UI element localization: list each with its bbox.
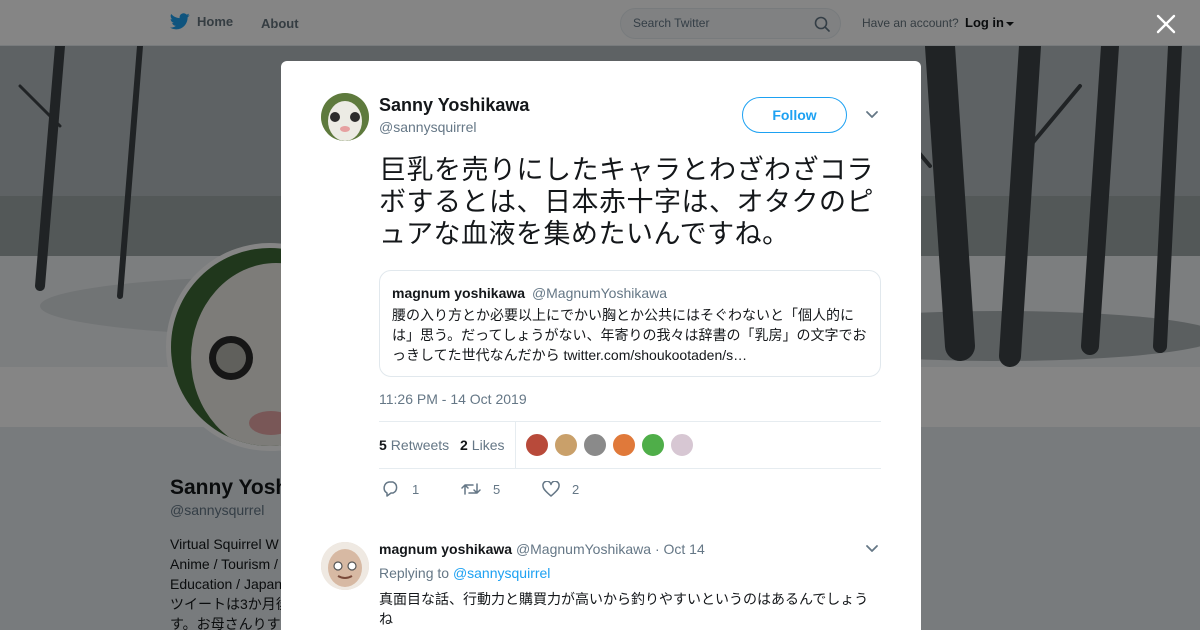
retweets-label: Retweets [390, 437, 450, 453]
like-action[interactable]: 2 [542, 481, 579, 497]
reply-action[interactable]: 1 [382, 481, 419, 497]
retweet-icon [461, 483, 481, 495]
liker-avatar[interactable] [670, 433, 694, 457]
reply-date[interactable]: · Oct 14 [655, 541, 705, 557]
liker-avatar[interactable] [641, 433, 665, 457]
quoted-tweet-header: magnum yoshikawa @MagnumYoshikawa [392, 285, 868, 301]
reply-count: 1 [412, 481, 420, 497]
quoted-tweet-text: 腰の入り方とか必要以上にでかい胸とか公共にはそぐわないと「個人的には」思う。だっ… [392, 307, 867, 363]
quoted-tweet[interactable]: magnum yoshikawa @MagnumYoshikawa 腰の入り方と… [379, 270, 881, 377]
chevron-down-icon[interactable] [865, 544, 879, 554]
likes-stat[interactable]: 2 Likes [460, 437, 504, 453]
like-count: 2 [572, 481, 580, 497]
liker-avatar[interactable] [525, 433, 549, 457]
retweet-count: 5 [493, 481, 501, 497]
reply-avatar-image [321, 542, 369, 590]
reply-text: 真面目な話、行動力と購買力が高いから釣りやすいというのはあるんでしょうね [379, 591, 869, 627]
author-name[interactable]: Sanny Yoshikawa [379, 95, 529, 116]
chevron-down-icon[interactable] [865, 110, 879, 120]
retweet-action[interactable]: 5 [461, 481, 500, 497]
follow-button[interactable]: Follow [742, 97, 847, 133]
reply-author-avatar[interactable] [321, 542, 369, 590]
reply-icon [383, 481, 398, 497]
replying-prefix: Replying to [379, 565, 450, 581]
tweet-timestamp[interactable]: 11:26 PM - 14 Oct 2019 [379, 391, 527, 407]
tweet-modal: Sanny Yoshikawa @sannysquirrel Follow 巨乳… [281, 61, 921, 630]
likes-label: Likes [471, 437, 505, 453]
liker-avatars [525, 433, 699, 457]
tweet-text: 巨乳を売りにしたキャラとわざわざコラボするとは、日本赤十字は、オタクのピュアな血… [379, 155, 874, 249]
replying-to: Replying to @sannysquirrel [379, 565, 550, 581]
retweets-count: 5 [379, 437, 387, 453]
close-icon[interactable] [1155, 13, 1177, 35]
quoted-author-handle: @MagnumYoshikawa [531, 285, 668, 301]
tweet-actions: 1 5 2 [379, 481, 881, 501]
retweets-stat[interactable]: 5 Retweets [379, 437, 449, 453]
reply-author-name[interactable]: magnum yoshikawa [379, 541, 512, 557]
liker-avatar[interactable] [554, 433, 578, 457]
quoted-author-name: magnum yoshikawa [392, 285, 526, 301]
liker-avatar[interactable] [583, 433, 607, 457]
likes-count: 2 [460, 437, 468, 453]
author-handle[interactable]: @sannysquirrel [379, 119, 476, 135]
squirrel-avatar-image [321, 93, 369, 141]
reply-header: magnum yoshikawa @MagnumYoshikawa · Oct … [379, 541, 705, 557]
stats-divider [515, 422, 516, 468]
author-avatar[interactable] [321, 93, 369, 141]
liker-avatar[interactable] [612, 433, 636, 457]
reply-author-handle[interactable]: @MagnumYoshikawa [516, 541, 651, 557]
tweet-stats: 5 Retweets 2 Likes [379, 421, 881, 469]
heart-icon [542, 481, 560, 497]
replying-to-link[interactable]: @sannysquirrel [453, 565, 550, 581]
